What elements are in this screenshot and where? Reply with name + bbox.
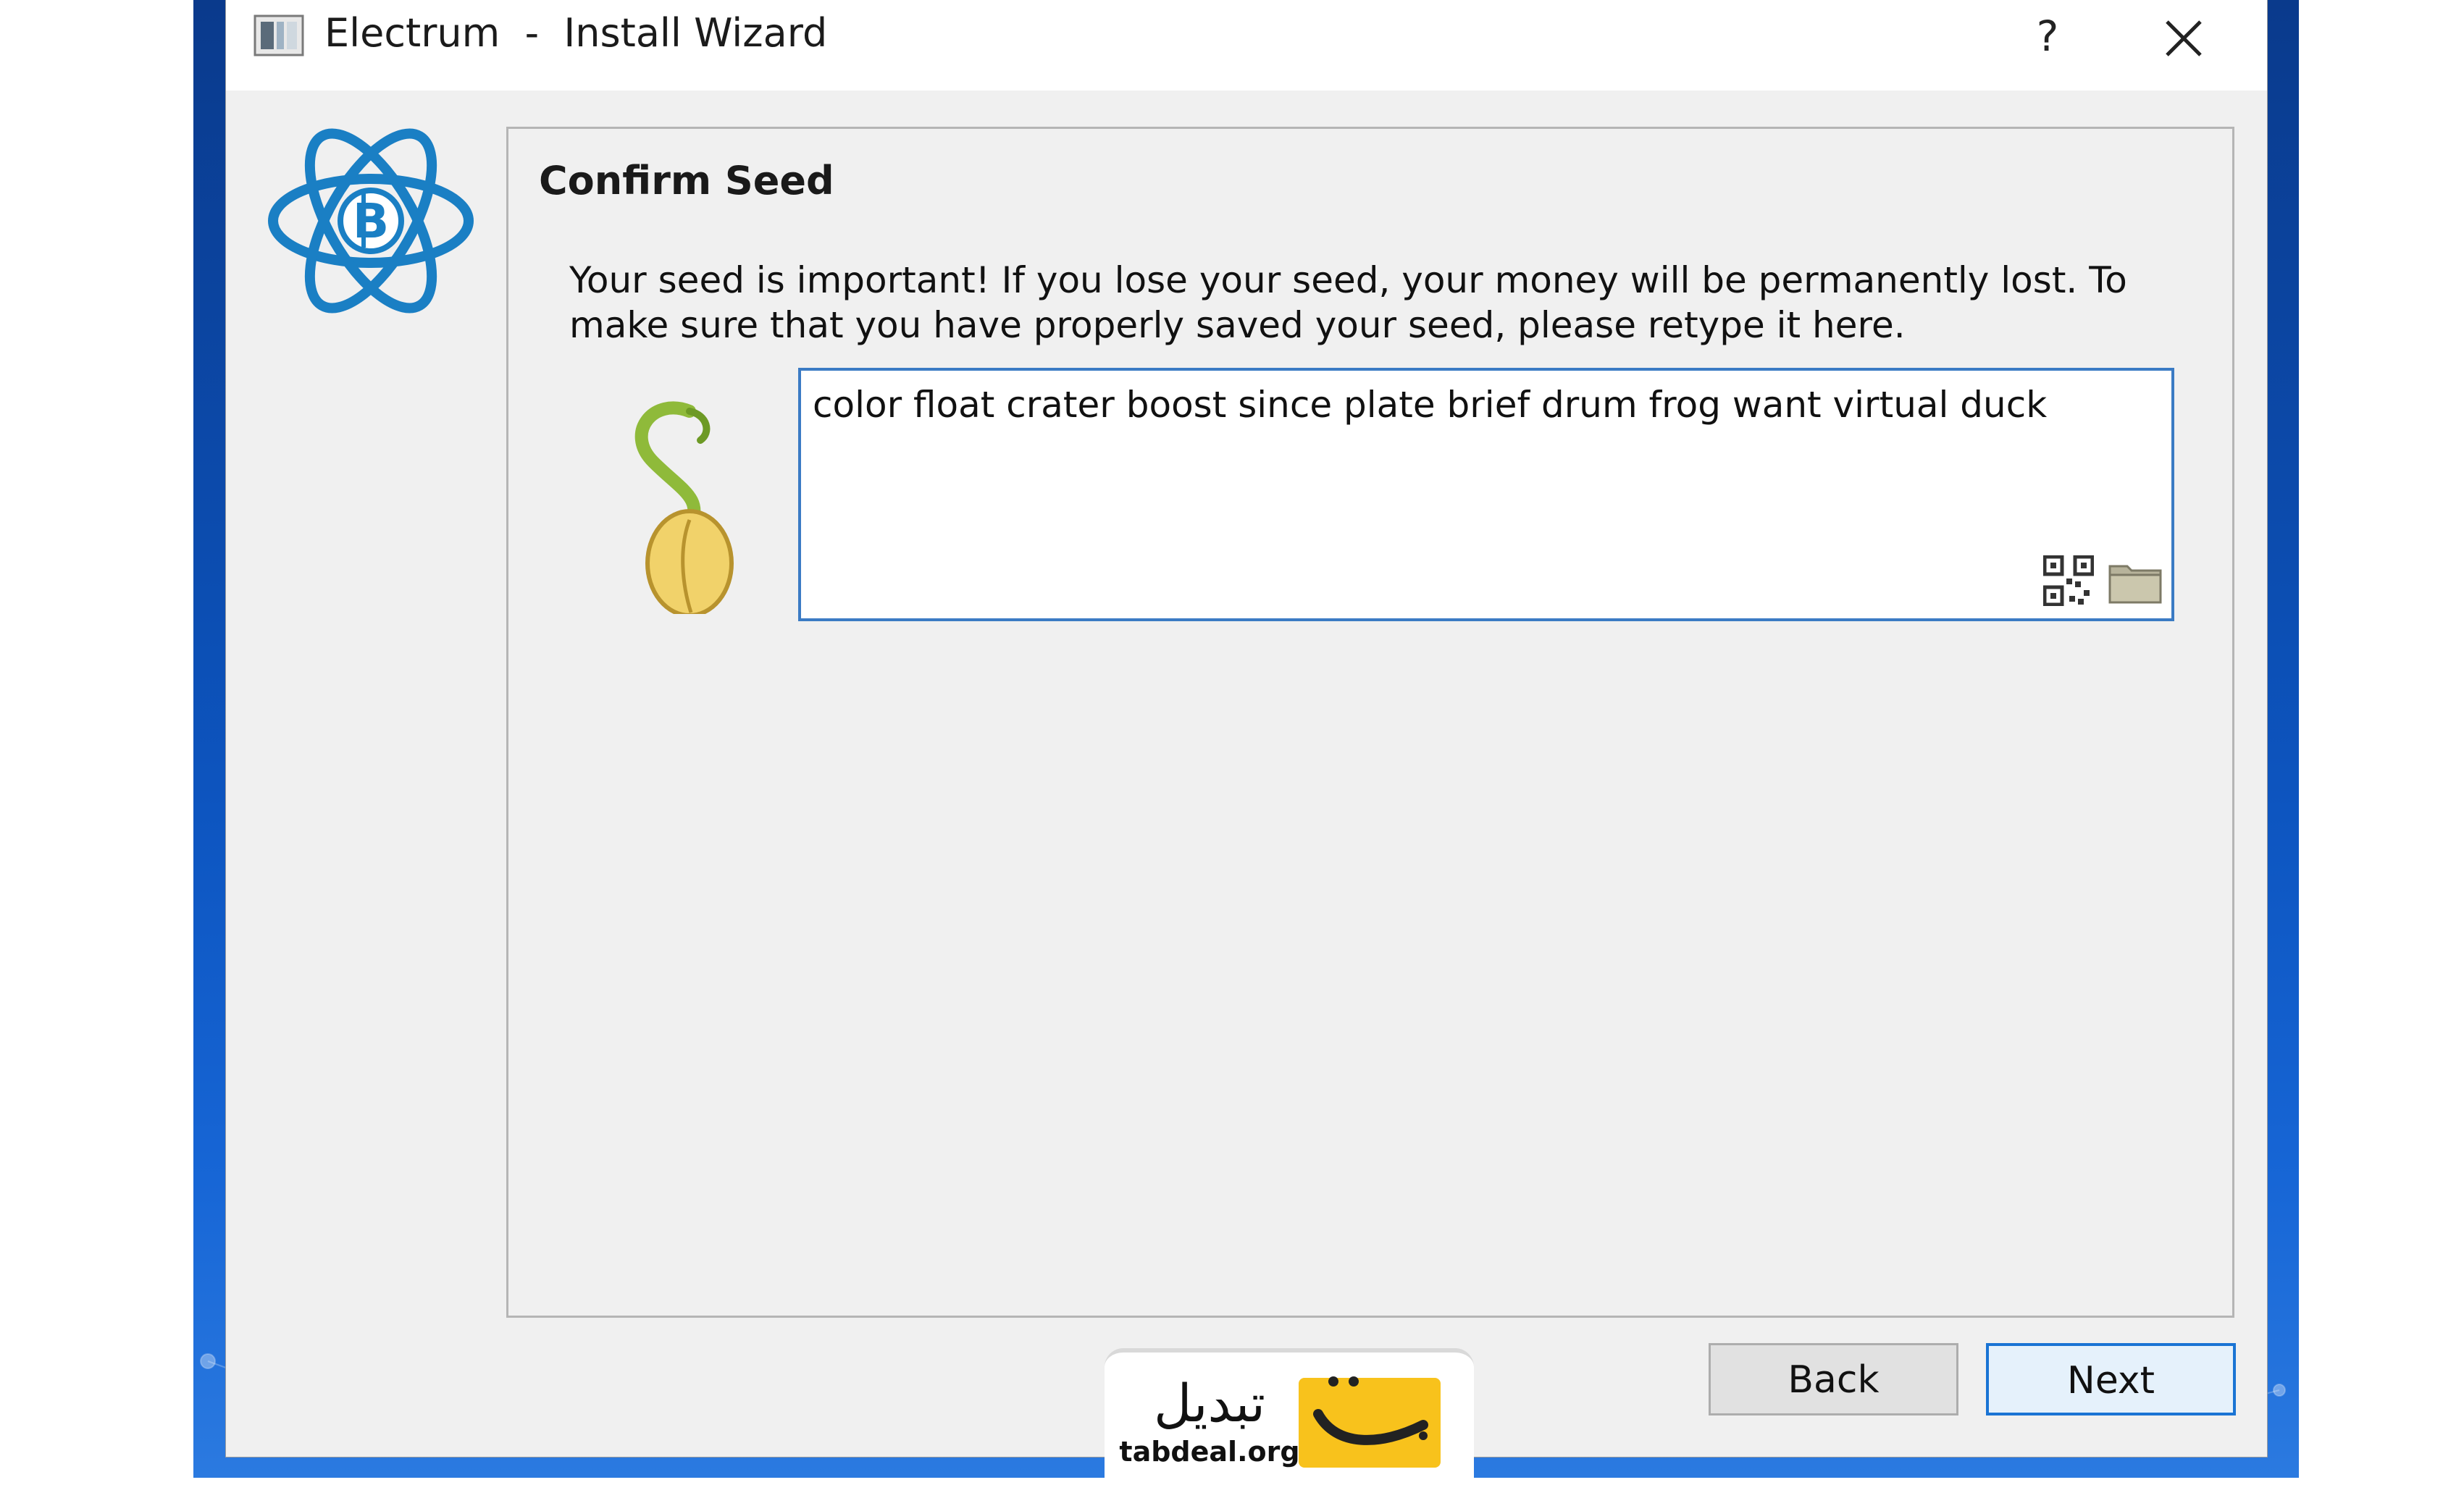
folder-icon[interactable] [2108, 559, 2162, 604]
qr-code-icon[interactable] [2043, 555, 2094, 606]
watermark-brand: تبدیل [1154, 1373, 1265, 1434]
watermark-url: tabdeal.org [1119, 1436, 1299, 1468]
tabdeal-watermark: تبدیل tabdeal.org [1105, 1348, 1474, 1478]
close-icon[interactable] [2153, 7, 2215, 70]
install-wizard-window: Electrum - Install Wizard ? B Confirm Se… [225, 0, 2268, 1457]
seed-input[interactable]: color float crater boost since plate bri… [798, 368, 2174, 621]
help-icon: ? [2036, 12, 2059, 61]
instruction-text: Your seed is important! If you lose your… [569, 259, 2127, 346]
content-panel: Confirm Seed Your seed is important! If … [506, 127, 2234, 1318]
sprouting-seed-icon [634, 401, 734, 614]
help-button[interactable]: ? [2008, 0, 2087, 72]
electrum-atom-bitcoin-logo: B [268, 128, 474, 314]
svg-text:B: B [353, 193, 389, 249]
window-title: Electrum - Install Wizard [324, 10, 828, 56]
next-button[interactable]: Next [1986, 1343, 2236, 1415]
electrum-app-icon [253, 14, 304, 56]
back-button[interactable]: Back [1709, 1343, 1958, 1415]
seed-input-text: color float crater boost since plate bri… [813, 384, 2048, 426]
title-bar: Electrum - Install Wizard ? [226, 0, 2267, 91]
tabdeal-logo: تبدیل tabdeal.org [1119, 1373, 1441, 1468]
page-title: Confirm Seed [539, 158, 834, 203]
